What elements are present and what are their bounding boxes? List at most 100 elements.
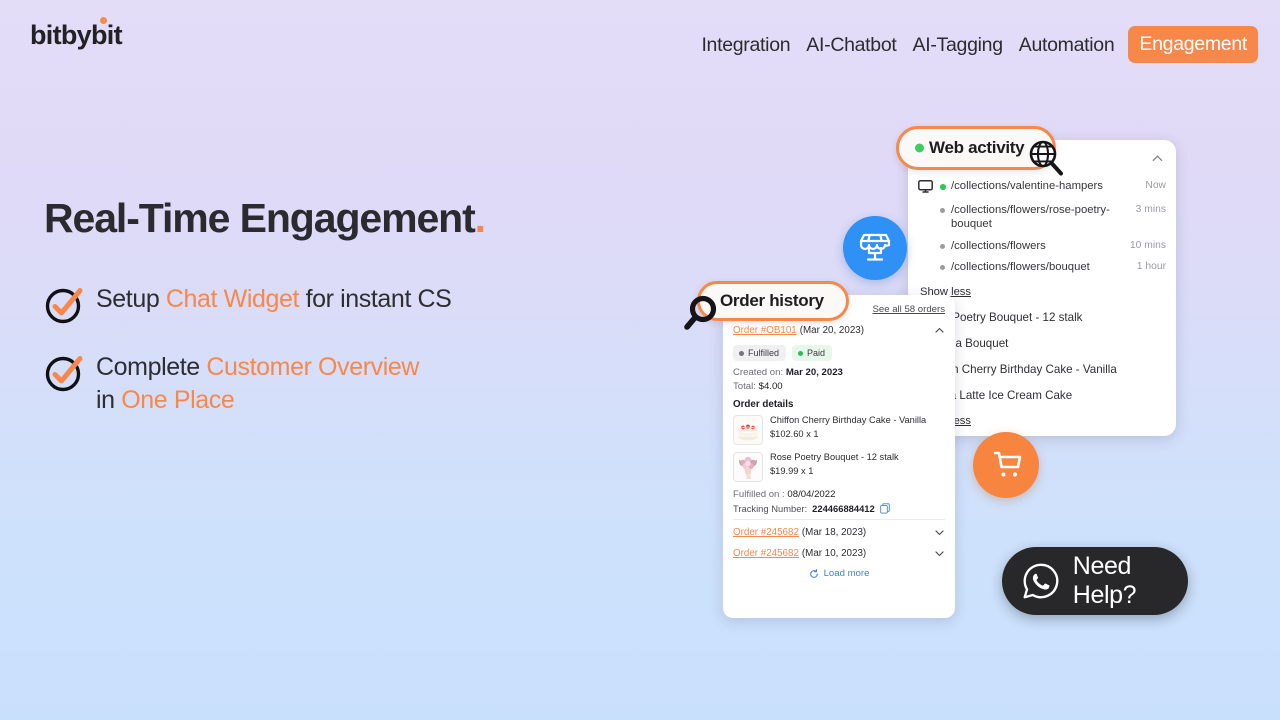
order-fulfilled-on: Fulfilled on : 08/04/2022 <box>733 489 945 500</box>
total-label: Total: <box>733 381 756 392</box>
need-help-chat-button[interactable]: Need Help? <box>1002 547 1188 615</box>
chevron-up-icon[interactable] <box>1151 152 1164 165</box>
shopping-cart-icon <box>993 451 1022 477</box>
nav-item-ai-chatbot[interactable]: AI-Chatbot <box>798 30 904 60</box>
copy-icon[interactable] <box>879 503 890 514</box>
order-id-link[interactable]: Order #OB101 <box>733 325 797 336</box>
web-activity-time: 1 hour <box>1136 261 1166 273</box>
badge-label: Fulfilled <box>748 348 780 358</box>
check-circle-icon <box>44 353 88 393</box>
status-dot-idle <box>940 239 951 249</box>
bullet-2-line2-highlight: One Place <box>121 386 235 415</box>
nav-item-engagement[interactable]: Engagement <box>1128 26 1258 63</box>
order-line-item-name: Chiffon Cherry Birthday Cake - Vanilla <box>770 415 927 425</box>
brand-logo-part3: bit <box>91 17 123 50</box>
brand-logo-part3-text: bit <box>91 20 123 50</box>
fulfilled-on-label: Fulfilled on : <box>733 489 785 500</box>
tracking-label: Tracking Number: <box>733 503 808 514</box>
status-dot-idle <box>940 203 951 213</box>
order-status-badges: Fulfilled Paid <box>733 345 945 361</box>
nav-item-automation[interactable]: Automation <box>1011 30 1123 60</box>
fulfilled-on-value: 08/04/2022 <box>787 489 836 500</box>
order-history-panel: See all 58 orders Order #OB101 (Mar 20, … <box>723 295 955 618</box>
web-activity-row[interactable]: /collections/flowers/rose-poetry-bouquet… <box>918 200 1166 236</box>
brand-logo-dot-icon <box>100 17 107 24</box>
row-icon-placeholder <box>918 260 940 261</box>
order-line-item-name: Rose Poetry Bouquet - 12 stalk <box>770 452 899 462</box>
main-navigation: Integration AI-Chatbot AI-Tagging Automa… <box>693 26 1258 63</box>
online-status-dot-icon <box>915 143 924 153</box>
status-dot-idle <box>940 260 951 271</box>
bullet-2-pre: Complete <box>96 353 207 382</box>
see-all-orders-link[interactable]: See all 58 orders <box>872 304 945 315</box>
top-header-bar: bitbybit Integration AI-Chatbot AI-Taggi… <box>0 0 1280 76</box>
order-total: Total: $4.00 <box>733 381 945 392</box>
web-activity-time: Now <box>1145 180 1166 191</box>
badge-dot-icon <box>739 350 744 356</box>
order-date: (Mar 20, 2023) <box>799 325 864 336</box>
order-line-item-price: $102.60 x 1 <box>770 428 819 439</box>
nav-item-integration[interactable]: Integration <box>693 30 798 60</box>
status-dot-active <box>940 179 951 190</box>
hero-section: Real-Time Engagement. Setup Chat Widget … <box>44 195 644 443</box>
total-value: $4.00 <box>758 381 783 392</box>
collapsed-order-row[interactable]: Order #245682 (Mar 18, 2023) <box>733 525 945 540</box>
feature-bullet-2-text: Complete Customer Overview in One Place <box>88 351 419 417</box>
chevron-down-icon[interactable] <box>934 548 945 559</box>
web-activity-time: 10 mins <box>1129 239 1166 251</box>
chevron-up-icon[interactable] <box>934 325 945 336</box>
feature-bullet-2: Complete Customer Overview in One Place <box>44 351 644 417</box>
flower-bouquet-photo <box>733 452 763 482</box>
section-divider <box>733 519 945 520</box>
chevron-down-icon[interactable] <box>934 527 945 538</box>
status-badge-fulfilled: Fulfilled <box>733 345 787 361</box>
created-on-label: Created on: <box>733 367 784 378</box>
load-more-button[interactable]: Load more <box>733 561 945 579</box>
brand-logo[interactable]: bitbybit <box>30 17 123 51</box>
order-id-link[interactable]: Order #245682 <box>733 548 799 559</box>
refresh-icon <box>809 568 818 578</box>
page-title: Real-Time Engagement. <box>44 195 644 241</box>
shopping-cart-fab-button[interactable] <box>973 432 1039 498</box>
nav-item-ai-tagging[interactable]: AI-Tagging <box>905 30 1011 60</box>
web-activity-url: /collections/flowers <box>951 239 1046 252</box>
order-line-item-meta: Rose Poetry Bouquet - 12 stalk $19.99 x … <box>770 452 945 476</box>
headline-period: . <box>474 195 486 241</box>
collapsed-order-row[interactable]: Order #245682 (Mar 10, 2023) <box>733 546 945 561</box>
web-activity-time: 3 mins <box>1135 204 1166 215</box>
web-activity-url: /collections/flowers/bouquet <box>951 261 1090 274</box>
order-created-on: Created on: Mar 20, 2023 <box>733 367 945 378</box>
storefront-fab-button[interactable] <box>843 216 907 280</box>
order-history-body: Order #OB101 (Mar 20, 2023) Fulfilled Pa… <box>723 323 955 579</box>
bullet-1-post: for instant CS <box>299 285 452 314</box>
load-more-label: Load more <box>823 568 870 579</box>
feature-bullet-list: Setup Chat Widget for instant CS Complet… <box>44 283 644 417</box>
whatsapp-icon <box>1023 563 1059 599</box>
brand-logo-part1: bit <box>30 20 62 50</box>
birthday-cake-photo <box>733 415 763 445</box>
badge-label: Paid <box>807 348 826 358</box>
expanded-order-header[interactable]: Order #OB101 (Mar 20, 2023) <box>733 323 945 338</box>
storefront-icon <box>859 233 891 261</box>
row-icon-placeholder <box>918 239 940 240</box>
brand-logo-part2: by <box>60 20 92 50</box>
check-circle-icon <box>44 285 88 325</box>
order-date: (Mar 10, 2023) <box>801 548 867 559</box>
headline-text: Real-Time Engagement <box>44 195 476 241</box>
web-activity-row[interactable]: /collections/flowers 10 mins <box>918 236 1166 257</box>
status-badge-paid: Paid <box>792 345 833 361</box>
web-activity-url: /collections/valentine-hampers <box>951 180 1103 192</box>
web-activity-row[interactable]: /collections/flowers/bouquet 1 hour <box>918 257 1166 278</box>
tracking-value: 224466884412 <box>812 503 875 514</box>
bullet-2-highlight: Customer Overview <box>206 353 420 382</box>
need-help-label: Need Help? <box>1072 552 1137 609</box>
order-line-item: Chiffon Cherry Birthday Cake - Vanilla $… <box>733 415 945 445</box>
row-icon-placeholder <box>918 203 940 204</box>
order-id-link[interactable]: Order #245682 <box>733 527 799 538</box>
order-date: (Mar 18, 2023) <box>801 527 867 538</box>
order-details-title: Order details <box>733 399 794 410</box>
bullet-1-pre: Setup <box>96 285 166 314</box>
order-history-callout-label: Order history <box>720 291 824 310</box>
bullet-1-highlight: Chat Widget <box>165 285 300 314</box>
feature-bullet-1: Setup Chat Widget for instant CS <box>44 283 644 325</box>
